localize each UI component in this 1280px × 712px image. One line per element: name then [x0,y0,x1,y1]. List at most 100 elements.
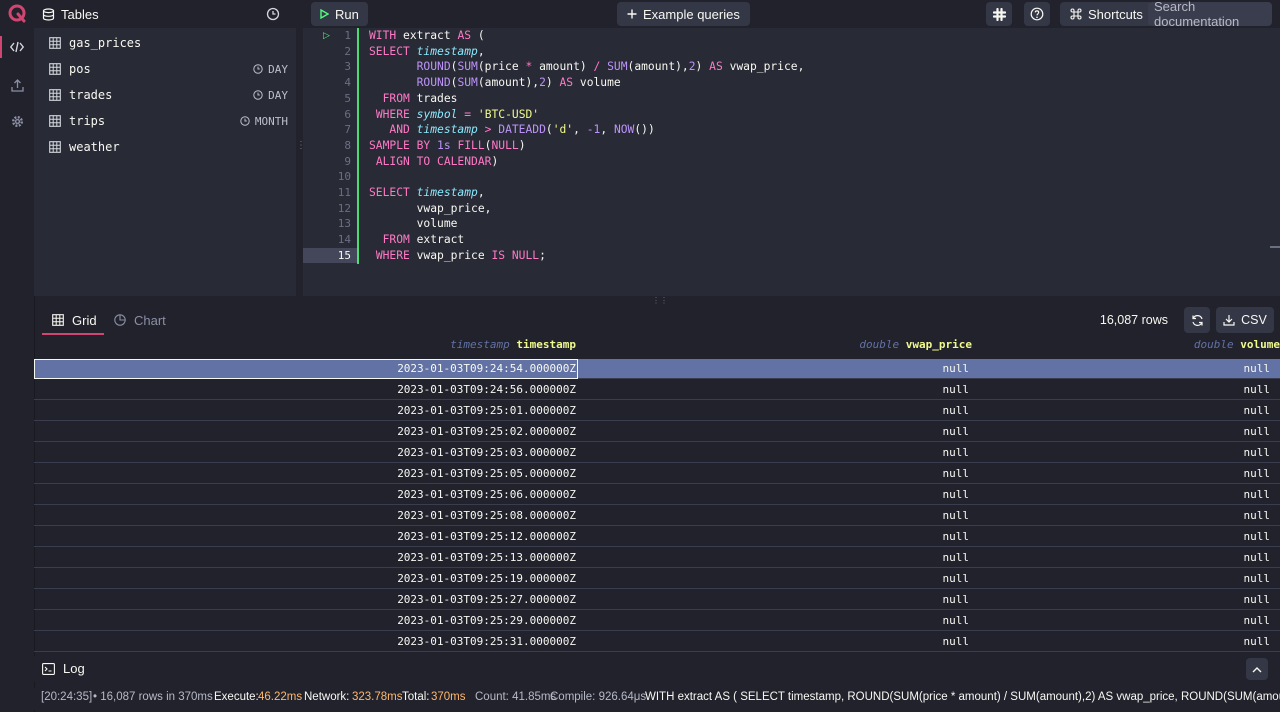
cell-timestamp[interactable]: 2023-01-03T09:25:08.000000Z [397,506,576,526]
table-item[interactable]: trips MONTH [34,108,296,134]
cell-vwap-price[interactable]: null [943,569,970,589]
cell-vwap-price[interactable]: null [943,380,970,400]
cell-volume[interactable]: null [1244,506,1271,526]
column-header-vwap-price[interactable]: double vwap_price [859,335,972,355]
tables-header: Tables [42,2,99,26]
line-number: 11 [337,186,351,199]
cell-vwap-price[interactable]: null [943,632,970,652]
import-icon[interactable] [0,70,34,100]
code-line-13: volume [369,217,458,231]
table-row[interactable]: 2023-01-03T09:25:06.000000Z null null [34,485,1280,505]
cell-vwap-price[interactable]: null [943,527,970,547]
tab-grid[interactable]: Grid [42,306,104,335]
code-editor-icon[interactable] [0,32,34,62]
cell-timestamp[interactable]: 2023-01-03T09:25:13.000000Z [397,548,576,568]
table-row[interactable]: 2023-01-03T09:25:05.000000Z null null [34,464,1280,484]
csv-download-button[interactable]: CSV [1216,307,1274,333]
cell-volume[interactable]: null [1244,359,1271,379]
cell-timestamp[interactable]: 2023-01-03T09:24:56.000000Z [397,380,576,400]
cell-timestamp[interactable]: 2023-01-03T09:25:12.000000Z [397,527,576,547]
cell-timestamp[interactable]: 2023-01-03T09:25:05.000000Z [397,464,576,484]
execute-value: 46.22ms [258,691,303,703]
cell-timestamp[interactable]: 2023-01-03T09:25:19.000000Z [397,569,576,589]
cell-vwap-price[interactable]: null [943,422,970,442]
code-line-15: WHERE vwap_price IS NULL; [375,248,546,262]
table-row[interactable]: 2023-01-03T09:25:29.000000Z null null [34,611,1280,631]
search-documentation-input[interactable]: Search documentation [1148,0,1272,29]
results-grid[interactable]: timestamp timestamp double vwap_price do… [34,335,1280,653]
cell-vwap-price[interactable]: null [943,359,970,379]
cell-timestamp[interactable]: 2023-01-03T09:25:03.000000Z [397,443,576,463]
table-row[interactable]: 2023-01-03T09:24:54.000000Z null null [34,359,1280,379]
cell-vwap-price[interactable]: null [943,611,970,631]
column-header-timestamp[interactable]: timestamp timestamp [450,335,576,355]
line-number: 9 [344,154,351,168]
table-item[interactable]: weather [34,134,296,160]
plus-icon [627,9,637,19]
cell-volume[interactable]: null [1244,464,1271,484]
log-title: Log [42,661,85,676]
tab-chart[interactable]: Chart [114,306,166,334]
cell-timestamp[interactable]: 2023-01-03T09:25:29.000000Z [397,611,576,631]
refresh-icon [1191,314,1204,327]
cell-vwap-price[interactable]: null [943,548,970,568]
cell-volume[interactable]: null [1244,548,1271,568]
table-row[interactable]: 2023-01-03T09:25:02.000000Z null null [34,422,1280,442]
settings-gear-icon[interactable] [0,106,34,136]
table-row[interactable]: 2023-01-03T09:25:08.000000Z null null [34,506,1280,526]
cell-volume[interactable]: null [1244,380,1271,400]
sql-editor[interactable]: 1 2 3 4 5 6 7 8 9 10 11 12 13 14 15 ▷ WITH extract AS … [303,28,1280,296]
log-label: Log [63,661,85,676]
cell-timestamp[interactable]: 2023-01-03T09:25:02.000000Z [397,422,576,442]
cell-timestamp[interactable]: 2023-01-03T09:25:31.000000Z [397,632,576,652]
line-number: 4 [344,76,351,90]
query-history-button[interactable] [260,2,286,26]
run-query-glyph-icon[interactable]: ▷ [323,30,330,41]
table-row[interactable]: 2023-01-03T09:25:03.000000Z null null [34,443,1280,463]
cell-volume[interactable]: null [1244,632,1271,652]
cell-vwap-price[interactable]: null [943,401,970,421]
cell-volume[interactable]: null [1244,569,1271,589]
table-row[interactable]: 2023-01-03T09:25:12.000000Z null null [34,527,1280,547]
cell-timestamp[interactable]: 2023-01-03T09:24:54.000000Z [397,359,576,379]
column-header-volume[interactable]: double volume [1194,335,1280,355]
run-button[interactable]: Run [311,2,368,26]
table-row[interactable]: 2023-01-03T09:25:19.000000Z null null [34,569,1280,589]
cell-vwap-price[interactable]: null [943,590,970,610]
slack-button[interactable] [986,2,1012,26]
cell-volume[interactable]: null [1244,590,1271,610]
refresh-button[interactable] [1184,307,1210,333]
example-queries-button[interactable]: Example queries [617,2,750,26]
table-row[interactable]: 2023-01-03T09:24:56.000000Z null null [34,380,1280,400]
shortcuts-button[interactable]: Shortcuts [1060,2,1153,26]
cell-vwap-price[interactable]: null [943,485,970,505]
cell-timestamp[interactable]: 2023-01-03T09:25:01.000000Z [397,401,576,421]
cell-volume[interactable]: null [1244,443,1271,463]
help-button[interactable] [1024,2,1050,26]
run-label: Run [335,6,359,22]
cell-volume[interactable]: null [1244,422,1271,442]
cell-vwap-price[interactable]: null [943,464,970,484]
table-item[interactable]: pos DAY [34,56,296,82]
table-row[interactable]: 2023-01-03T09:25:31.000000Z null null [34,632,1280,652]
cell-volume[interactable]: null [1244,527,1271,547]
vertical-resize-handle[interactable]: ⋮ [296,140,306,156]
table-row[interactable]: 2023-01-03T09:25:27.000000Z null null [34,590,1280,610]
cell-volume[interactable]: null [1244,485,1271,505]
cell-volume[interactable]: null [1244,401,1271,421]
horizontal-resize-handle[interactable]: ⋮⋮ [652,297,668,305]
table-item[interactable]: gas_prices [34,30,296,56]
table-icon [49,37,61,49]
partition-info: DAY [253,89,288,102]
log-toggle-button[interactable] [1246,658,1268,680]
table-item[interactable]: trades DAY [34,82,296,108]
cell-timestamp[interactable]: 2023-01-03T09:25:27.000000Z [397,590,576,610]
cell-vwap-price[interactable]: null [943,443,970,463]
cell-vwap-price[interactable]: null [943,506,970,526]
code-line-14: FROM extract [382,233,465,247]
cell-volume[interactable]: null [1244,611,1271,631]
table-row[interactable]: 2023-01-03T09:25:13.000000Z null null [34,548,1280,568]
table-row[interactable]: 2023-01-03T09:25:01.000000Z null null [34,401,1280,421]
cell-timestamp[interactable]: 2023-01-03T09:25:06.000000Z [397,485,576,505]
table-icon [49,89,61,101]
